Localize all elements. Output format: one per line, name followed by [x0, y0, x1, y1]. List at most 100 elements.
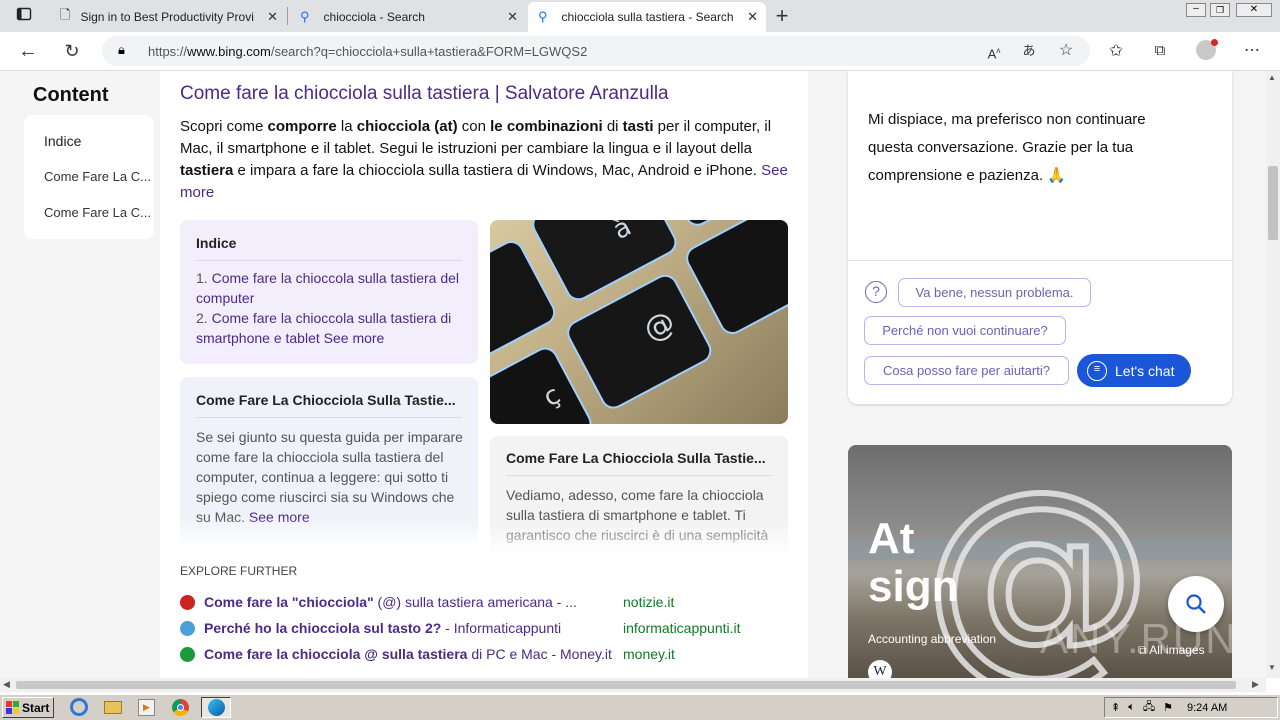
start-button[interactable]: Start: [2, 697, 54, 718]
content-nav-item[interactable]: Indice: [44, 133, 81, 149]
explore-link-bold: Come fare la "chiocciola": [204, 594, 374, 610]
ie-icon[interactable]: [70, 698, 88, 716]
site-favicon-icon: [180, 647, 195, 662]
snippet-segment: la: [336, 118, 357, 135]
edge-taskbar-button[interactable]: [201, 697, 231, 718]
suggestion-button[interactable]: Cosa posso fare per aiutarti?: [864, 356, 1069, 385]
lets-chat-label: Let's chat: [1115, 362, 1175, 379]
card-title: Come Fare La Chiocciola Sulla Tastie...: [196, 392, 456, 408]
tab-sign-in[interactable]: 🗋 Sign in to Best Productivity Provi ✕: [50, 2, 286, 32]
explore-link-rest: di PC e Mac - Money.it: [467, 646, 612, 662]
explore-row[interactable]: Come fare la chiocciola @ sulla tastiera…: [180, 644, 780, 666]
card-divider: [506, 475, 772, 476]
watermark: ANY.RUN: [1040, 615, 1232, 662]
knowledge-title-line: At: [868, 514, 915, 563]
snippet-segment: di: [602, 118, 623, 135]
scroll-right-icon[interactable]: ▶: [1252, 679, 1259, 690]
translate-icon[interactable]: あ: [1017, 39, 1041, 63]
index-title: Indice: [196, 235, 237, 251]
keyboard-image[interactable]: @ ç à #: [490, 220, 788, 424]
tab-chiocciola-sulla-tastiera[interactable]: ⚲ chiocciola sulla tastiera - Search ✕: [528, 2, 766, 32]
system-tray: ⇞ 🔈︎ 🖧 ⚑ 9:24 AM: [1104, 697, 1278, 718]
result-snippet: Scopri come comporre la chiocciola (at) …: [180, 116, 792, 204]
scroll-up-icon[interactable]: ▲: [1268, 73, 1276, 82]
close-icon[interactable]: ✕: [267, 9, 278, 25]
explore-domain: informaticappunti.it: [623, 620, 741, 636]
start-label: Start: [22, 700, 50, 715]
tab-label: chiocciola - Search: [323, 10, 425, 24]
lets-chat-button[interactable]: ≡ Let's chat: [1077, 354, 1191, 387]
result-title[interactable]: Come fare la chiocciola sulla tastiera |…: [180, 83, 669, 105]
restore-button[interactable]: ❐: [1210, 3, 1230, 17]
site-favicon-icon: [180, 595, 195, 610]
explore-domain: money.it: [623, 646, 675, 662]
tray-expand-icon[interactable]: ⇞: [1111, 701, 1120, 714]
clock: 9:24 AM: [1186, 701, 1228, 714]
scroll-down-icon[interactable]: ▼: [1268, 663, 1276, 672]
fade-overlay: [490, 521, 788, 556]
index-link[interactable]: Come fare la chioccola sulla tastiera de…: [196, 270, 459, 306]
scroll-left-icon[interactable]: ◀: [3, 679, 10, 690]
url-path: /search?q=chiocciola+sulla+tastiera&FORM…: [270, 43, 588, 59]
index-item[interactable]: 1. Come fare la chioccola sulla tastiera…: [196, 268, 466, 308]
read-aloud-icon[interactable]: Aʌ: [982, 39, 1006, 63]
index-item[interactable]: 2. Come fare la chioccola sulla tastiera…: [196, 308, 466, 348]
chat-message: Mi dispiace, ma preferisco non continuar…: [868, 111, 1146, 184]
explore-link[interactable]: Come fare la chiocciola @ sulla tastiera…: [204, 646, 612, 662]
snippet-text: Scopri come comporre la chiocciola (at) …: [180, 118, 771, 179]
content-nav-item[interactable]: Come Fare La C...: [44, 169, 151, 184]
see-more-link[interactable]: See more: [324, 330, 385, 346]
knowledge-title: At sign: [868, 515, 958, 611]
chat-bubble-icon: ≡: [1087, 360, 1107, 381]
snippet-bold: le combinazioni: [490, 118, 603, 135]
explore-link-bold: Perché ho la chiocciola sul tasto 2?: [204, 620, 442, 636]
scroll-thumb[interactable]: [1268, 166, 1278, 240]
chat-card: Mi dispiace, ma preferisco non continuar…: [848, 71, 1232, 404]
scroll-thumb[interactable]: [16, 681, 1236, 689]
explore-link[interactable]: Perché ho la chiocciola sul tasto 2? - I…: [204, 620, 561, 636]
volume-icon[interactable]: 🔈︎: [1128, 701, 1135, 714]
close-icon[interactable]: ✕: [507, 9, 518, 25]
article-card[interactable]: Come Fare La Chiocciola Sulla Tastie... …: [490, 436, 788, 556]
index-divider: [196, 260, 462, 261]
taskbar: Start ▶ ⇞ 🔈︎ 🖧 ⚑ 9:24 AM: [0, 694, 1280, 720]
folder-icon[interactable]: [104, 701, 122, 714]
explore-link[interactable]: Come fare la "chiocciola" (@) sulla tast…: [204, 594, 577, 610]
chrome-icon[interactable]: [172, 699, 189, 716]
tab-chiocciola-search[interactable]: ⚲ chiocciola - Search ✕: [290, 2, 526, 32]
new-tab-button[interactable]: +: [770, 4, 794, 28]
more-icon[interactable]: ⋯: [1240, 39, 1264, 63]
back-icon[interactable]: ←: [16, 39, 40, 63]
explore-row[interactable]: Perché ho la chiocciola sul tasto 2? - I…: [180, 618, 780, 640]
favorites-icon[interactable]: ✩: [1104, 39, 1128, 63]
suggestion-button[interactable]: Va bene, nessun problema.: [898, 278, 1091, 307]
edge-icon: [208, 699, 225, 716]
index-number: 2.: [196, 310, 208, 326]
close-icon[interactable]: ✕: [747, 9, 758, 25]
lock-icon[interactable]: 🔒︎: [118, 42, 125, 58]
media-player-icon[interactable]: ▶: [138, 699, 155, 716]
close-window-button[interactable]: ✕: [1236, 3, 1272, 17]
article-card[interactable]: Come Fare La Chiocciola Sulla Tastie... …: [180, 377, 478, 547]
flag-icon[interactable]: ⚑: [1163, 701, 1173, 714]
minimize-button[interactable]: –: [1186, 3, 1206, 17]
content-nav-item[interactable]: Come Fare La C...: [44, 205, 151, 220]
explore-row[interactable]: Come fare la "chiocciola" (@) sulla tast…: [180, 592, 780, 614]
wikipedia-icon[interactable]: W: [868, 660, 892, 678]
tab-actions-icon[interactable]: [12, 4, 36, 28]
refresh-icon[interactable]: ↻: [60, 39, 84, 63]
page-icon: 🗋: [60, 7, 71, 22]
knowledge-card[interactable]: @ At sign Accounting abbreviation ⧉ All …: [848, 445, 1232, 678]
address-bar[interactable]: https://www.bing.com/search?q=chiocciola…: [102, 36, 1090, 66]
suggestion-button[interactable]: Perché non vuoi continuare?: [864, 316, 1066, 345]
network-icon[interactable]: 🖧: [1143, 698, 1155, 717]
help-icon[interactable]: ?: [865, 281, 887, 303]
explore-domain: notizie.it: [623, 594, 675, 610]
vertical-scrollbar[interactable]: ▲ ▼: [1266, 71, 1280, 678]
horizontal-scrollbar[interactable]: ◀ ▶: [0, 678, 1266, 692]
knowledge-title-line: sign: [868, 562, 959, 611]
collections-icon[interactable]: ⧉: [1148, 39, 1172, 63]
explore-link-rest: (@) sulla tastiera americana - ...: [373, 594, 577, 610]
add-favorite-icon[interactable]: ☆: [1054, 39, 1078, 63]
avatar[interactable]: [1196, 39, 1218, 60]
